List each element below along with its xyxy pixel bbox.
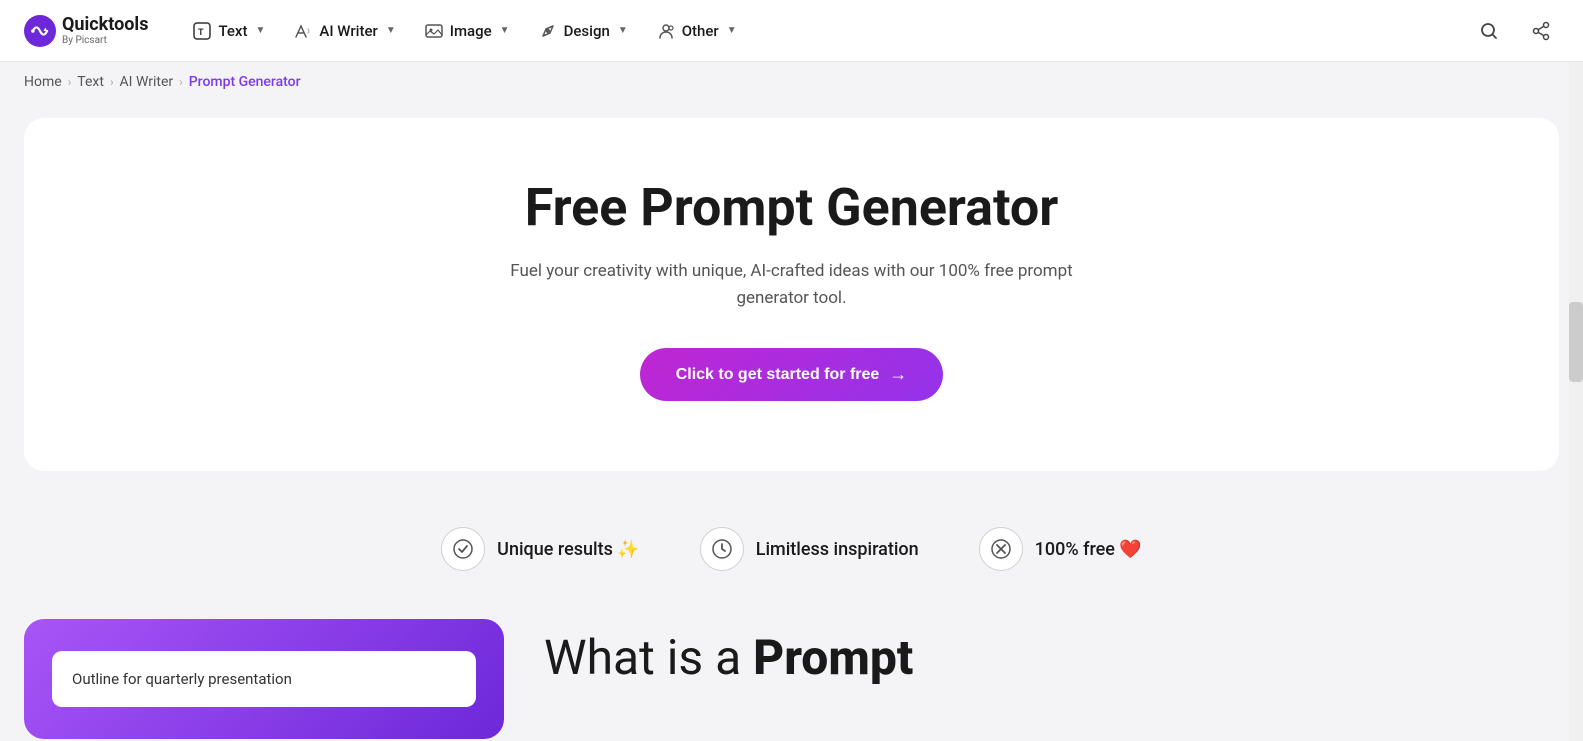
limitless-icon bbox=[700, 527, 744, 571]
hero-subtitle: Fuel your creativity with unique, AI-cra… bbox=[492, 258, 1092, 312]
what-is-bold: Prompt bbox=[753, 629, 913, 686]
nav-design-label: Design bbox=[564, 22, 610, 40]
limitless-label: Limitless inspiration bbox=[756, 539, 919, 560]
nav-items: T Text ▼ AI Writer ▼ Image ▼ Desig bbox=[180, 13, 1471, 49]
nav-right bbox=[1471, 13, 1559, 49]
nav-ai-writer-label: AI Writer bbox=[319, 22, 377, 40]
image-chevron: ▼ bbox=[500, 25, 510, 36]
breadcrumb-sep-1: › bbox=[68, 75, 72, 89]
cta-label: Click to get started for free bbox=[676, 366, 880, 384]
unique-results-label: Unique results ✨ bbox=[497, 539, 640, 560]
logo-icon bbox=[24, 15, 56, 47]
scrollbar-track[interactable] bbox=[1569, 62, 1583, 741]
other-icon bbox=[656, 21, 676, 41]
nav-item-ai-writer[interactable]: AI Writer ▼ bbox=[281, 13, 407, 49]
feature-unique-results: Unique results ✨ bbox=[441, 527, 640, 571]
ai-writer-chevron: ▼ bbox=[386, 25, 396, 36]
nav-other-label: Other bbox=[682, 22, 719, 40]
text-icon: T bbox=[192, 21, 212, 41]
breadcrumb-sep-3: › bbox=[179, 75, 183, 89]
prompt-input-value: Outline for quarterly presentation bbox=[72, 670, 292, 688]
what-is-prefix: What is a bbox=[544, 629, 753, 686]
nav-item-image[interactable]: Image ▼ bbox=[412, 13, 522, 49]
free-label: 100% free ❤️ bbox=[1035, 539, 1142, 560]
what-is-title: What is a Prompt bbox=[544, 629, 1559, 687]
search-button[interactable] bbox=[1471, 13, 1507, 49]
image-icon bbox=[424, 21, 444, 41]
scrollbar-thumb[interactable] bbox=[1569, 302, 1583, 382]
other-chevron: ▼ bbox=[727, 25, 737, 36]
hero-wrapper: Free Prompt Generator Fuel your creativi… bbox=[0, 102, 1583, 487]
breadcrumb-home[interactable]: Home bbox=[24, 74, 62, 90]
logo-text: Quicktools By Picsart bbox=[62, 15, 148, 46]
logo-main-text: Quicktools bbox=[62, 15, 148, 35]
breadcrumb-sep-2: › bbox=[110, 75, 114, 89]
prompt-input-wrapper[interactable]: Outline for quarterly presentation bbox=[52, 651, 476, 707]
logo-sub-text: By Picsart bbox=[62, 35, 148, 46]
design-icon bbox=[538, 21, 558, 41]
logo[interactable]: Quicktools By Picsart bbox=[24, 15, 148, 47]
breadcrumb-ai-writer[interactable]: AI Writer bbox=[120, 74, 174, 90]
nav-item-text[interactable]: T Text ▼ bbox=[180, 13, 277, 49]
svg-text:T: T bbox=[198, 28, 204, 38]
feature-100-free: 100% free ❤️ bbox=[979, 527, 1142, 571]
nav-item-other[interactable]: Other ▼ bbox=[644, 13, 749, 49]
cta-button[interactable]: Click to get started for free → bbox=[640, 348, 944, 401]
share-button[interactable] bbox=[1523, 13, 1559, 49]
input-card: Outline for quarterly presentation bbox=[24, 619, 504, 739]
cta-arrow-icon: → bbox=[889, 364, 907, 385]
hero-title: Free Prompt Generator bbox=[64, 178, 1519, 238]
features-section: Unique results ✨ Limitless inspiration 1… bbox=[0, 487, 1583, 603]
text-chevron: ▼ bbox=[255, 25, 265, 36]
feature-limitless-inspiration: Limitless inspiration bbox=[700, 527, 919, 571]
bottom-section: Outline for quarterly presentation What … bbox=[0, 603, 1583, 739]
breadcrumb: Home › Text › AI Writer › Prompt Generat… bbox=[0, 62, 1583, 102]
nav-image-label: Image bbox=[450, 22, 492, 40]
nav-text-label: Text bbox=[218, 22, 247, 40]
unique-results-icon bbox=[441, 527, 485, 571]
breadcrumb-text[interactable]: Text bbox=[77, 74, 104, 90]
ai-writer-icon bbox=[293, 21, 313, 41]
free-icon bbox=[979, 527, 1023, 571]
what-is-section: What is a Prompt bbox=[544, 619, 1559, 687]
navbar: Quicktools By Picsart T Text ▼ AI Writer… bbox=[0, 0, 1583, 62]
nav-item-design[interactable]: Design ▼ bbox=[526, 13, 640, 49]
hero-card: Free Prompt Generator Fuel your creativi… bbox=[24, 118, 1559, 471]
design-chevron: ▼ bbox=[618, 25, 628, 36]
breadcrumb-current: Prompt Generator bbox=[189, 74, 301, 90]
